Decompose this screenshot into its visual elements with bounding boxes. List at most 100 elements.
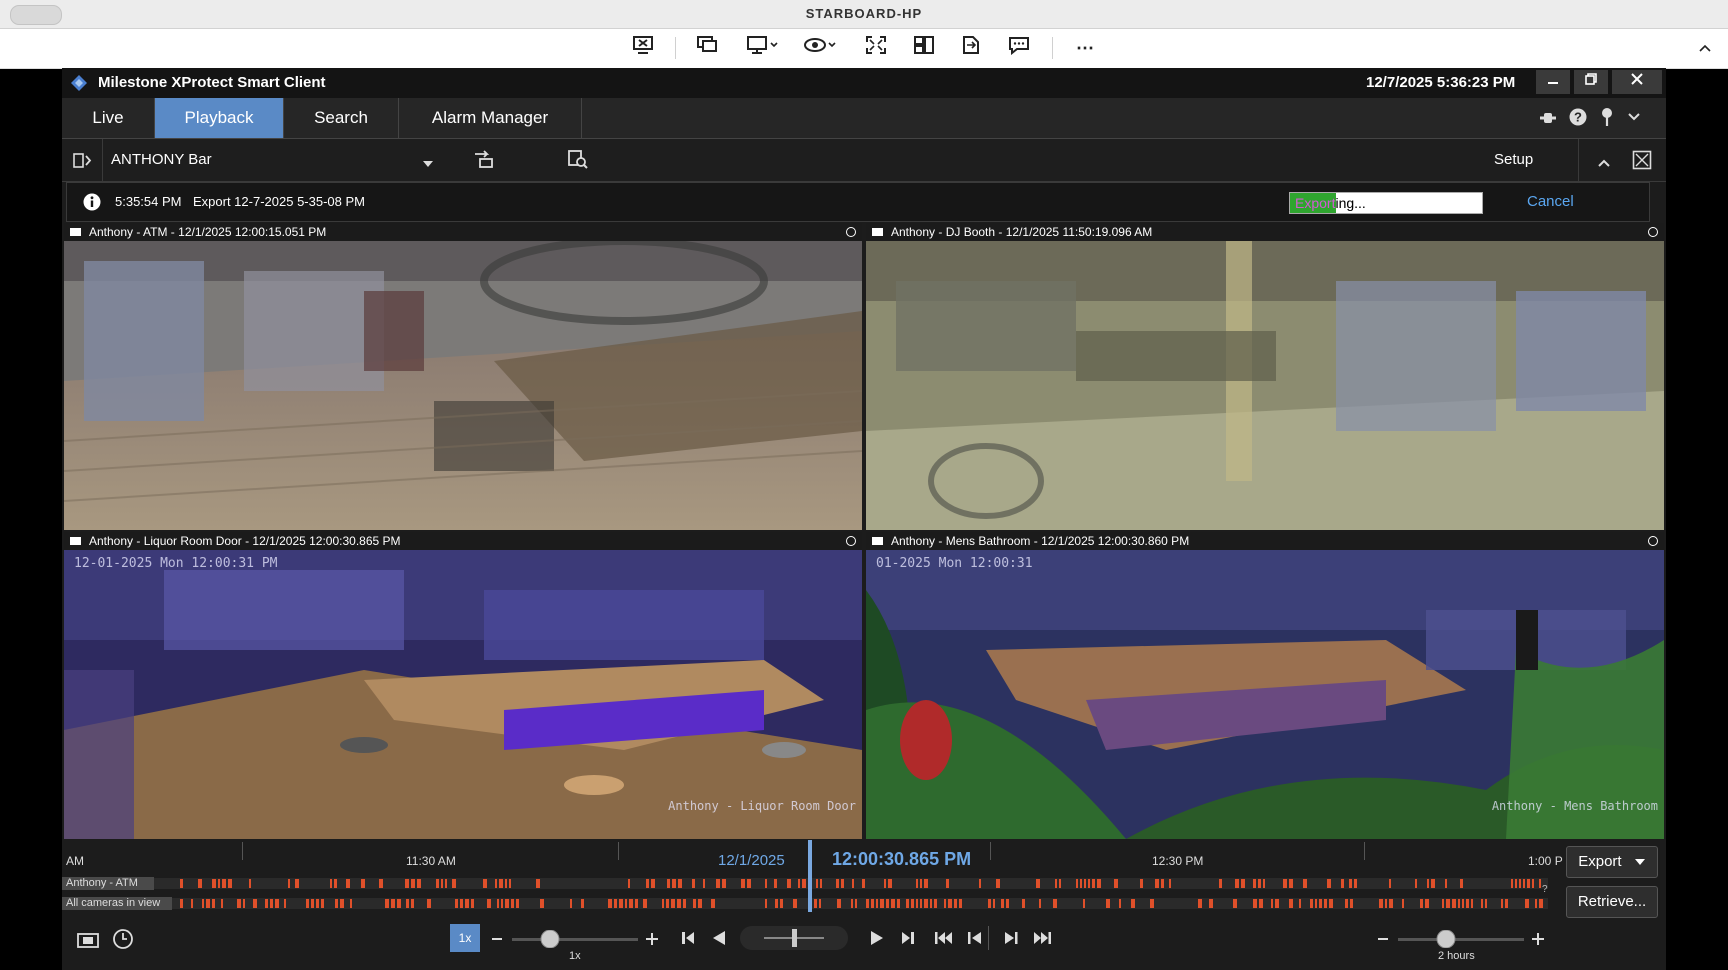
cancel-export-link[interactable]: Cancel <box>1527 193 1574 210</box>
multi-monitor-icon[interactable] <box>909 35 939 61</box>
recording-mark <box>1350 899 1353 908</box>
remote-toolbar: ⋯ <box>0 29 1728 69</box>
view-mode-icon[interactable] <box>802 35 842 61</box>
sync-timeline-icon[interactable] <box>472 148 496 175</box>
camera-tile-liquor-room-door[interactable]: Anthony - Liquor Room Door - 12/1/2025 1… <box>64 532 862 839</box>
go-to-end-icon[interactable] <box>1032 930 1052 951</box>
timeline-track-atm[interactable]: Anthony - ATM <box>62 877 1548 890</box>
camera-feed[interactable] <box>64 241 862 530</box>
recording-mark <box>243 899 245 908</box>
snapshot-icon[interactable] <box>76 930 100 955</box>
recording-mark <box>954 899 957 908</box>
main-tabs: Live Playback Search Alarm Manager ? <box>62 98 1666 139</box>
tab-live[interactable]: Live <box>62 98 155 138</box>
recording-mark <box>221 899 223 908</box>
next-sequence-icon[interactable] <box>1002 930 1020 951</box>
fullscreen-icon[interactable] <box>861 35 891 61</box>
step-back-frame-icon[interactable] <box>680 930 698 951</box>
recording-mark <box>1431 879 1435 888</box>
recording-mark <box>191 899 193 908</box>
go-to-start-icon[interactable] <box>934 930 954 951</box>
playhead[interactable] <box>808 840 812 912</box>
camera-status-icon[interactable] <box>846 227 856 237</box>
camera-status-icon[interactable] <box>1648 536 1658 546</box>
retrieve-button[interactable]: Retrieve... <box>1566 886 1658 918</box>
recording-mark <box>1445 879 1447 888</box>
chat-icon[interactable] <box>1004 35 1034 61</box>
settings-chevron-icon[interactable] <box>1627 110 1641 128</box>
speed-slider[interactable] <box>488 929 664 949</box>
export-button[interactable]: Export <box>1566 846 1658 878</box>
play-reverse-icon[interactable] <box>710 930 728 951</box>
switch-display-icon[interactable] <box>692 35 722 61</box>
recording-mark <box>798 879 800 888</box>
recording-mark <box>1259 899 1263 908</box>
recording-mark <box>1150 899 1154 908</box>
camera-tile-mens-bathroom[interactable]: Anthony - Mens Bathroom - 12/1/2025 12:0… <box>866 532 1664 839</box>
recording-mark <box>608 899 612 908</box>
camera-tile-dj-booth[interactable]: Anthony - DJ Booth - 12/1/2025 11:50:19.… <box>866 223 1664 530</box>
recording-mark <box>672 879 676 888</box>
collapse-toolbar-icon[interactable] <box>1690 35 1720 61</box>
minimize-button[interactable] <box>1536 70 1570 94</box>
disconnect-icon[interactable] <box>628 35 658 61</box>
close-button[interactable] <box>1612 70 1662 94</box>
camera-status-icon[interactable] <box>1648 227 1658 237</box>
recording-mark <box>944 899 946 908</box>
step-forward-frame-icon[interactable] <box>898 930 916 951</box>
pin-icon[interactable] <box>1600 107 1614 132</box>
recording-mark <box>471 899 474 908</box>
search-sequences-icon[interactable] <box>566 148 590 175</box>
timespan-slider[interactable] <box>1374 929 1550 949</box>
recording-mark <box>198 879 202 888</box>
more-options-icon[interactable]: ⋯ <box>1070 35 1100 61</box>
clock-icon[interactable] <box>112 928 134 955</box>
camera-icon <box>70 537 81 545</box>
export-button-label: Export <box>1578 853 1622 870</box>
play-forward-icon[interactable] <box>868 930 886 951</box>
recording-mark <box>483 879 487 888</box>
restore-button[interactable] <box>1574 70 1608 94</box>
file-transfer-icon[interactable] <box>956 35 986 61</box>
tab-search[interactable]: Search <box>284 98 399 138</box>
recording-mark <box>1415 879 1417 888</box>
camera-status-icon[interactable] <box>846 536 856 546</box>
recording-mark <box>1511 879 1513 888</box>
collapse-viewbar-icon[interactable] <box>1597 155 1611 173</box>
speed-badge[interactable]: 1x <box>450 924 480 952</box>
recording-mark <box>228 879 232 888</box>
recording-mark <box>993 899 995 908</box>
recording-mark <box>540 899 544 908</box>
jog-shuttle[interactable] <box>740 926 848 950</box>
tab-playback[interactable]: Playback <box>155 98 284 138</box>
recording-mark <box>1525 899 1529 908</box>
recording-mark <box>581 899 584 908</box>
recording-mark <box>662 899 664 908</box>
display-settings-icon[interactable] <box>744 35 784 61</box>
recording-mark <box>1084 879 1086 888</box>
camera-feed[interactable]: 01-2025 Mon 12:00:31 Anthony - Mens Bath… <box>866 550 1664 839</box>
timeline-track-all-cameras[interactable]: All cameras in view <box>62 897 1548 910</box>
camera-feed[interactable]: 12-01-2025 Mon 12:00:31 PM Anthony - Liq… <box>64 550 862 839</box>
connection-status-icon[interactable] <box>1538 109 1558 130</box>
recording-mark <box>1059 879 1061 888</box>
setup-button[interactable]: Setup <box>1494 151 1533 168</box>
camera-feed[interactable] <box>866 241 1664 530</box>
view-dropdown-icon[interactable] <box>422 155 434 173</box>
recording-mark <box>1006 899 1009 908</box>
view-name[interactable]: ANTHONY Bar <box>111 151 212 168</box>
timeline-help-marker[interactable]: ? <box>1542 884 1548 895</box>
pane-toggle-icon[interactable] <box>62 139 103 181</box>
recording-mark <box>1329 899 1333 908</box>
camera-tile-atm[interactable]: Anthony - ATM - 12/1/2025 12:00:15.051 P… <box>64 223 862 530</box>
maximize-view-icon[interactable] <box>1632 150 1652 175</box>
recording-mark <box>417 879 421 888</box>
help-icon[interactable]: ? <box>1569 108 1587 131</box>
playback-timeline-panel: AM 11:30 AM 12/1/2025 12:00:30.865 PM 12… <box>62 840 1666 970</box>
notice-time: 5:35:54 PM <box>115 194 182 209</box>
previous-sequence-icon[interactable] <box>966 930 984 951</box>
recording-mark <box>876 899 878 908</box>
recording-mark <box>295 879 299 888</box>
recording-mark <box>1209 899 1213 908</box>
tab-alarm-manager[interactable]: Alarm Manager <box>399 98 582 138</box>
